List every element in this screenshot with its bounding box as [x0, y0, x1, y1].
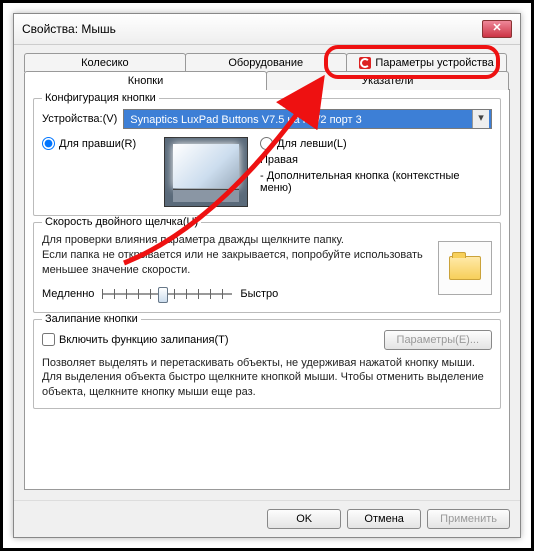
- group-double-click: Скорость двойного щелчка(U) Для проверки…: [33, 222, 501, 313]
- close-button[interactable]: ✕: [482, 20, 512, 38]
- dblclick-help1: Для проверки влияния параметра дважды ще…: [42, 233, 428, 248]
- slider-label-fast: Быстро: [240, 288, 278, 300]
- group-button-config: Конфигурация кнопки Устройства:(V) Synap…: [33, 98, 501, 216]
- tab-wheel[interactable]: Колесико: [24, 53, 186, 72]
- titlebar: Свойства: Мышь ✕: [14, 14, 520, 45]
- synaptics-icon: [359, 57, 371, 69]
- legend-config: Конфигурация кнопки: [42, 92, 159, 104]
- group-clicklock: Залипание кнопки Включить функцию залипа…: [33, 319, 501, 410]
- tab-container: Колесико Оборудование Параметры устройст…: [24, 53, 510, 90]
- dblclick-speed-slider[interactable]: [102, 284, 232, 304]
- legend-dblclick: Скорость двойного щелчка(U): [42, 216, 201, 228]
- legend-sticky: Залипание кнопки: [42, 313, 141, 325]
- cancel-button[interactable]: Отмена: [347, 509, 421, 529]
- slider-label-slow: Медленно: [42, 288, 94, 300]
- tab-hardware[interactable]: Оборудование: [185, 53, 347, 72]
- touchpad-preview-image: [164, 137, 248, 207]
- dblclick-test-folder[interactable]: [438, 241, 492, 295]
- tab-buttons[interactable]: Кнопки: [24, 71, 267, 90]
- radio-left-handed[interactable]: Для левши(L): [260, 137, 492, 150]
- right-button-desc: - Дополнительная кнопка (контекстные мен…: [260, 170, 492, 194]
- folder-icon: [449, 256, 481, 280]
- clicklock-description: Позволяет выделять и перетаскивать объек…: [42, 356, 492, 401]
- tab-pointers[interactable]: Указатели: [266, 71, 509, 90]
- checkbox-clicklock[interactable]: Включить функцию залипания(T): [42, 333, 229, 346]
- device-label: Устройства:(V): [42, 113, 117, 125]
- apply-button: Применить: [427, 509, 510, 529]
- radio-right-handed[interactable]: Для правши(R): [42, 137, 152, 150]
- ok-button[interactable]: OK: [267, 509, 341, 529]
- clicklock-settings-button: Параметры(E)...: [384, 330, 492, 350]
- dblclick-help2: Если папка не открывается или не закрыва…: [42, 248, 428, 278]
- right-button-heading: Правая: [260, 154, 492, 166]
- dialog-button-bar: OK Отмена Применить: [14, 500, 520, 537]
- tab-device-settings[interactable]: Параметры устройства: [346, 53, 508, 72]
- window-title: Свойства: Мышь: [22, 22, 116, 36]
- device-select[interactable]: Synaptics LuxPad Buttons V7.5 на PS/2 по…: [123, 109, 492, 129]
